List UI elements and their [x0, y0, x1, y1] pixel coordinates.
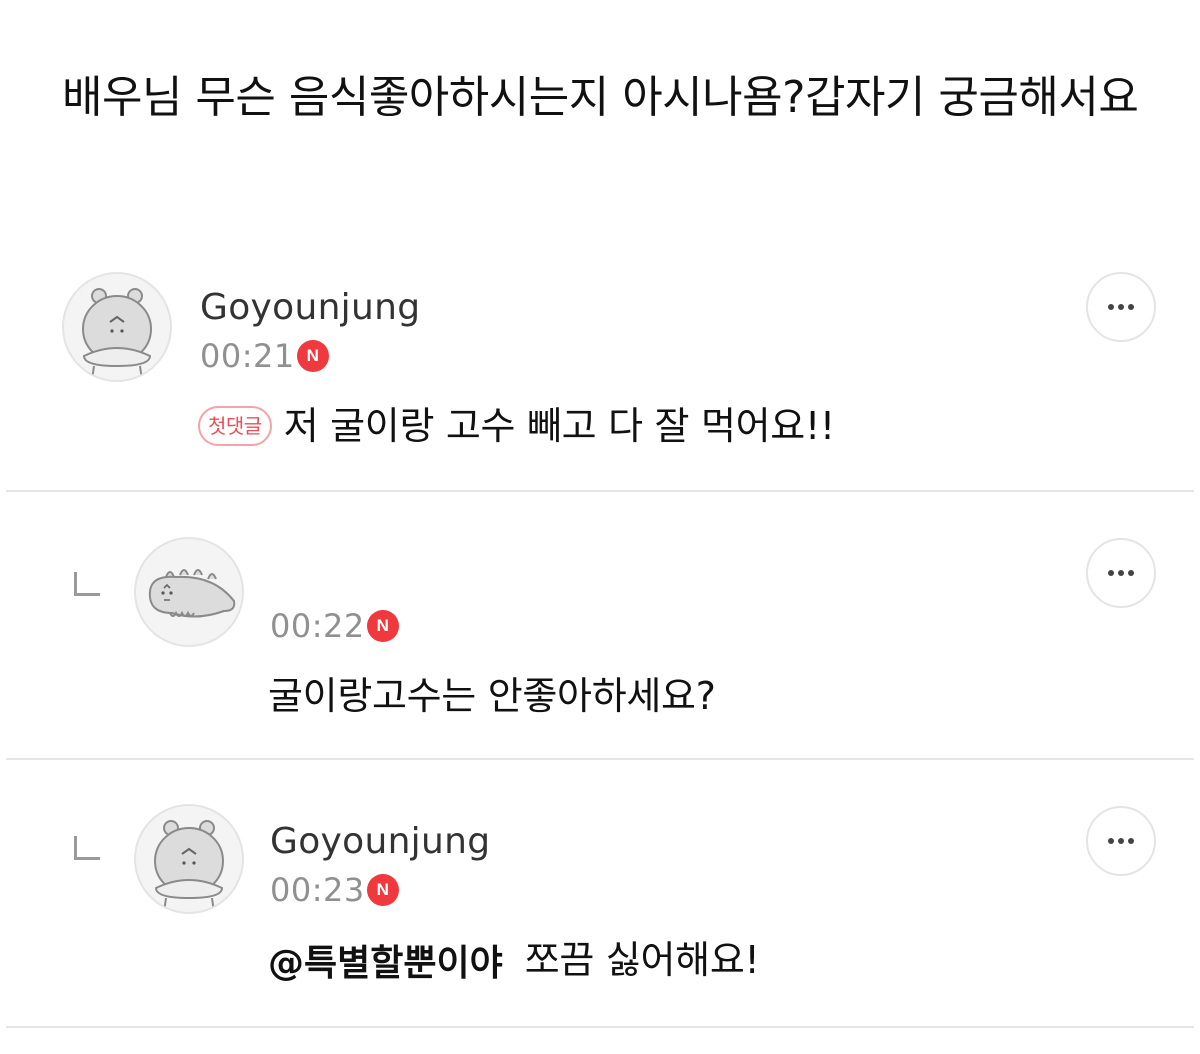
more-options-button[interactable] — [1086, 538, 1156, 608]
comment-meta: 00:23 N — [270, 870, 399, 910]
more-options-button[interactable] — [1086, 806, 1156, 876]
more-dots-icon — [1108, 304, 1134, 310]
comment-text: 굴이랑고수는 안좋아하세요? — [268, 674, 716, 718]
mention-link[interactable]: @특별할뿐이야 — [268, 934, 503, 986]
comment-time: 00:23 — [270, 871, 365, 909]
more-dots-icon — [1108, 838, 1134, 844]
comment-meta: 00:22 N — [270, 606, 399, 646]
dinosaur-avatar-icon[interactable] — [134, 537, 244, 647]
reply-arrow-icon — [74, 572, 100, 596]
new-badge: N — [366, 874, 399, 906]
comment-meta: 00:21 N — [200, 336, 329, 376]
hippo-avatar-icon[interactable] — [134, 804, 244, 914]
comment-time: 00:21 — [200, 337, 295, 375]
more-options-button[interactable] — [1086, 272, 1156, 342]
comment-author[interactable]: Goyounjung — [200, 286, 420, 330]
post-title: 배우님 무슨 음식좋아하시는지 아시나욤?갑자기 궁금해서요 — [62, 72, 1139, 123]
comment-item: 00:22 N 굴이랑고수는 안좋아하세요? — [0, 492, 1200, 760]
comment-item: Goyounjung 00:23 N @특별할뿐이야 쪼끔 싫어해요! — [0, 760, 1200, 1028]
comment-author[interactable]: Goyounjung — [270, 820, 490, 864]
new-badge: N — [296, 340, 329, 372]
new-badge: N — [366, 610, 399, 642]
first-comment-badge: 첫댓글 — [198, 406, 272, 446]
comment-text: 저 굴이랑 고수 빼고 다 잘 먹어요!! — [283, 404, 835, 448]
comment-body: @특별할뿐이야 쪼끔 싫어해요! — [268, 932, 760, 988]
comment-item: Goyounjung 00:21 N 첫댓글 저 굴이랑 고수 빼고 다 잘 먹… — [0, 270, 1200, 492]
comment-text: 쪼끔 싫어해요! — [524, 938, 760, 982]
hippo-avatar-icon[interactable] — [62, 272, 172, 382]
divider — [6, 1026, 1194, 1028]
reply-arrow-icon — [74, 836, 100, 860]
comment-time: 00:22 — [270, 607, 365, 645]
more-dots-icon — [1108, 570, 1134, 576]
comment-body: 굴이랑고수는 안좋아하세요? — [268, 668, 716, 724]
comment-body: 첫댓글 저 굴이랑 고수 빼고 다 잘 먹어요!! — [198, 398, 835, 454]
